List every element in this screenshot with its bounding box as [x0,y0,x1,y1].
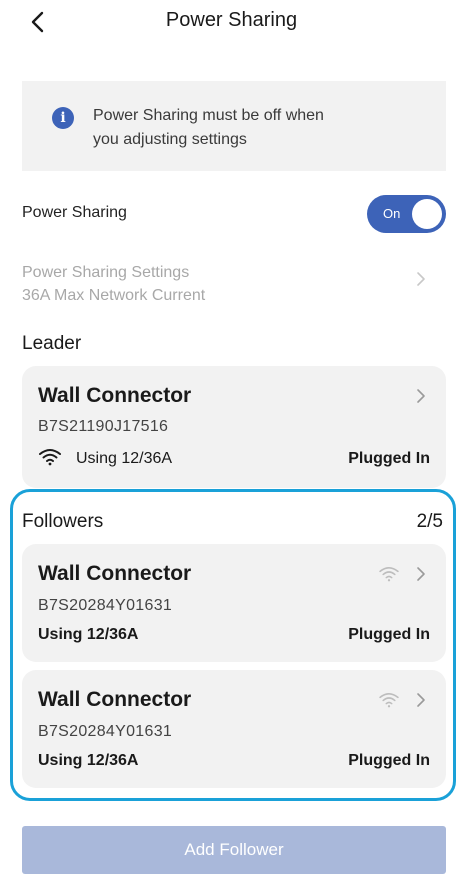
info-icon: i [52,107,74,129]
power-sharing-label: Power Sharing [22,204,127,221]
follower-card[interactable]: Wall Connector B7S20284Y01631 Using 12/3… [22,670,446,788]
power-sharing-settings-row[interactable]: Power Sharing Settings 36A Max Network C… [22,261,446,309]
wifi-icon [379,566,399,582]
wifi-icon [39,449,61,466]
chevron-right-icon [417,272,425,286]
settings-title: Power Sharing Settings [22,264,190,281]
header: Power Sharing [0,0,463,44]
card-serial: B7S20284Y01631 [38,723,173,740]
toggle-knob [412,199,442,229]
chevron-right-icon [417,693,425,707]
add-follower-button[interactable]: Add Follower [22,826,446,874]
card-status: Plugged In [348,626,430,643]
card-usage: Using 12/36A [76,450,173,467]
card-serial: B7S20284Y01631 [38,597,173,614]
card-title: Wall Connector [38,384,192,407]
toggle-state-label: On [383,206,401,221]
power-sharing-toggle[interactable]: On [367,195,446,233]
add-follower-label: Add Follower [184,840,284,859]
notice-text: Power Sharing must be off when you adjus… [93,104,413,152]
card-status: Plugged In [348,752,430,769]
card-usage: Using 12/36A [38,626,139,643]
page-title: Power Sharing [165,9,298,31]
card-title: Wall Connector [38,688,192,711]
card-title: Wall Connector [38,562,192,585]
chevron-right-icon [417,567,425,581]
followers-section-label: Followers [22,511,104,532]
notice-line-1: Power Sharing must be off when [93,107,324,124]
leader-section-label: Leader [22,333,82,354]
card-usage: Using 12/36A [38,752,139,769]
followers-count: 2/5 [416,511,443,532]
notice-line-2: you adjusting settings [93,131,247,148]
settings-subtitle: 36A Max Network Current [22,287,206,304]
card-status: Plugged In [348,450,430,467]
leader-card[interactable]: Wall Connector B7S21190J17516 Using 12/3… [22,366,446,488]
follower-card[interactable]: Wall Connector B7S20284Y01631 Using 12/3… [22,544,446,662]
chevron-right-icon [417,389,425,403]
card-serial: B7S21190J17516 [38,418,169,435]
wifi-icon [379,692,399,708]
